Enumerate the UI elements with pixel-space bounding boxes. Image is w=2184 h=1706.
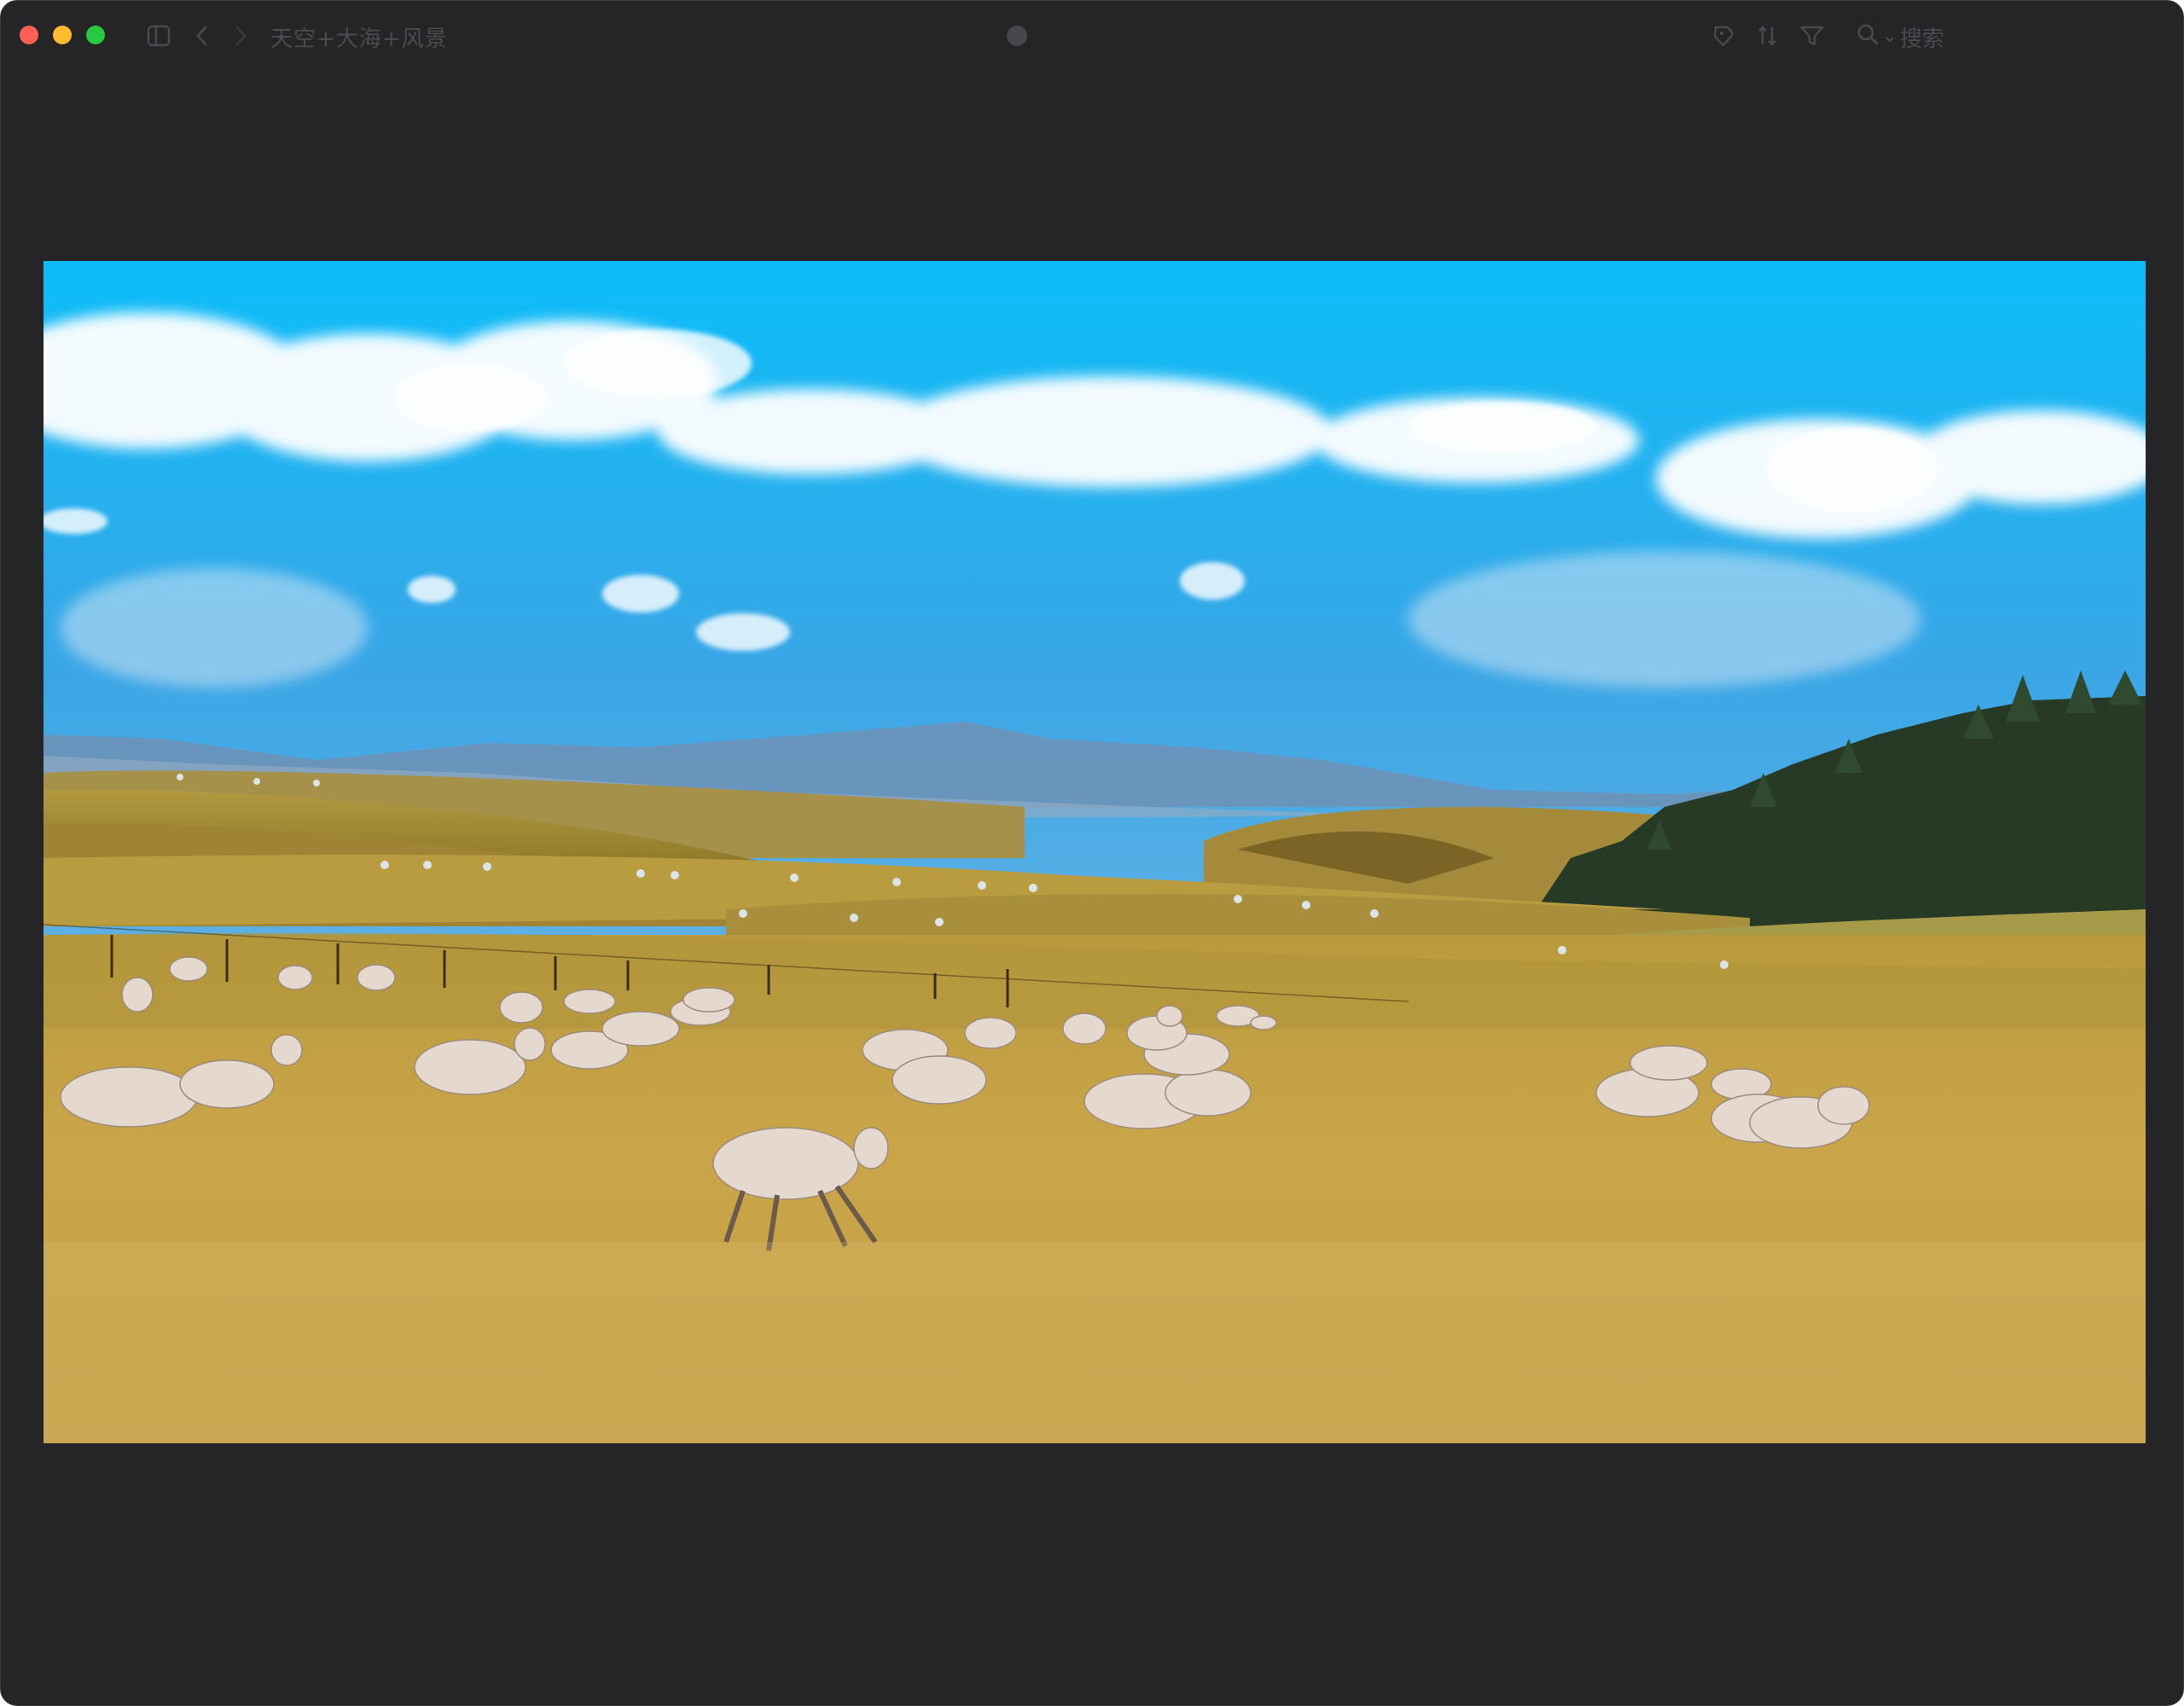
window-title: 天空+大海+风景: [270, 26, 448, 52]
forward-chevron-icon[interactable]: [228, 23, 253, 49]
filter-icon[interactable]: [1799, 23, 1825, 49]
window-controls: [20, 26, 105, 44]
landscape-photo: [44, 261, 2146, 1443]
minimize-button[interactable]: [53, 26, 72, 44]
zoom-button[interactable]: [86, 26, 105, 44]
close-button[interactable]: [20, 26, 38, 44]
title-bar: 天空+大海+风景 搜索: [1, 1, 2183, 73]
page-indicator[interactable]: [1007, 26, 1027, 46]
chevron-down-icon: [1885, 25, 1895, 50]
sidebar-toggle-icon[interactable]: [146, 23, 171, 49]
search-placeholder: 搜索: [1900, 26, 1945, 52]
sort-icon[interactable]: [1755, 23, 1780, 49]
photo-preview: [44, 261, 2146, 1443]
search-icon: [1856, 22, 1879, 52]
app-window: 天空+大海+风景 搜索: [0, 0, 2184, 1706]
tag-icon[interactable]: [1711, 23, 1736, 49]
back-chevron-icon[interactable]: [189, 23, 215, 49]
search-field[interactable]: 搜索: [1856, 21, 1944, 53]
